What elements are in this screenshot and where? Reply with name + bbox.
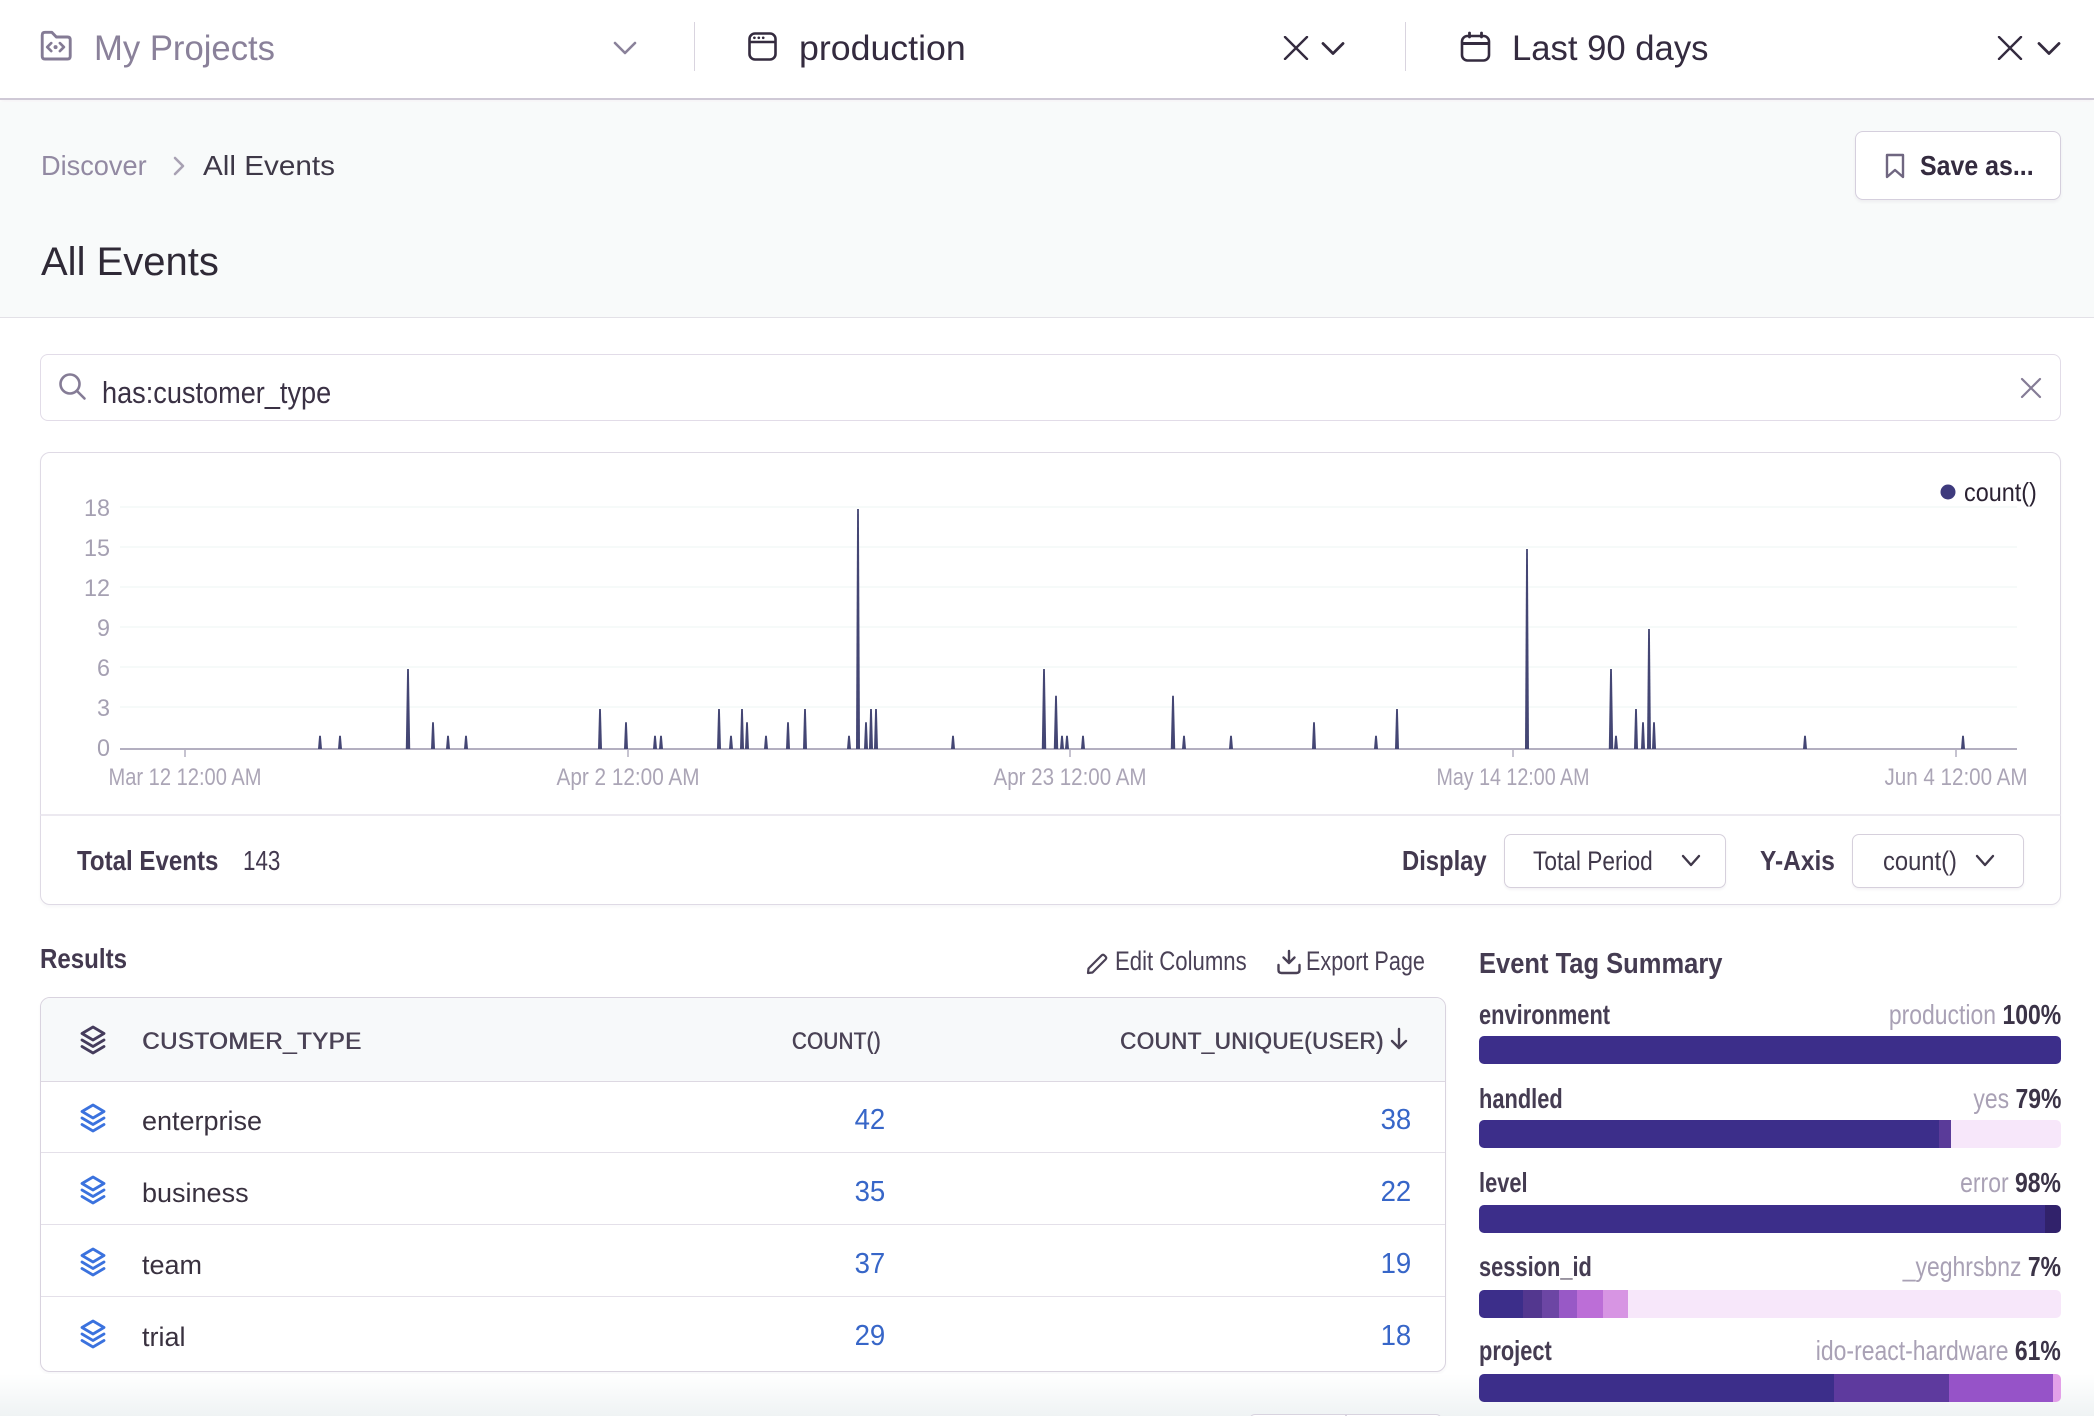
svg-text:Apr 23 12:00 AM: Apr 23 12:00 AM xyxy=(994,764,1147,791)
svg-text:6: 6 xyxy=(97,655,110,682)
svg-text:Mar 12 12:00 AM: Mar 12 12:00 AM xyxy=(109,764,262,791)
svg-text:Jun 4 12:00 AM: Jun 4 12:00 AM xyxy=(1885,764,2028,791)
svg-text:9: 9 xyxy=(97,615,110,642)
svg-text:Apr 2 12:00 AM: Apr 2 12:00 AM xyxy=(557,764,700,791)
svg-text:0: 0 xyxy=(97,735,110,762)
svg-text:12: 12 xyxy=(84,575,110,602)
svg-text:May 14 12:00 AM: May 14 12:00 AM xyxy=(1437,764,1590,791)
svg-text:3: 3 xyxy=(97,695,110,722)
svg-text:18: 18 xyxy=(84,495,110,522)
svg-text:15: 15 xyxy=(84,535,110,562)
